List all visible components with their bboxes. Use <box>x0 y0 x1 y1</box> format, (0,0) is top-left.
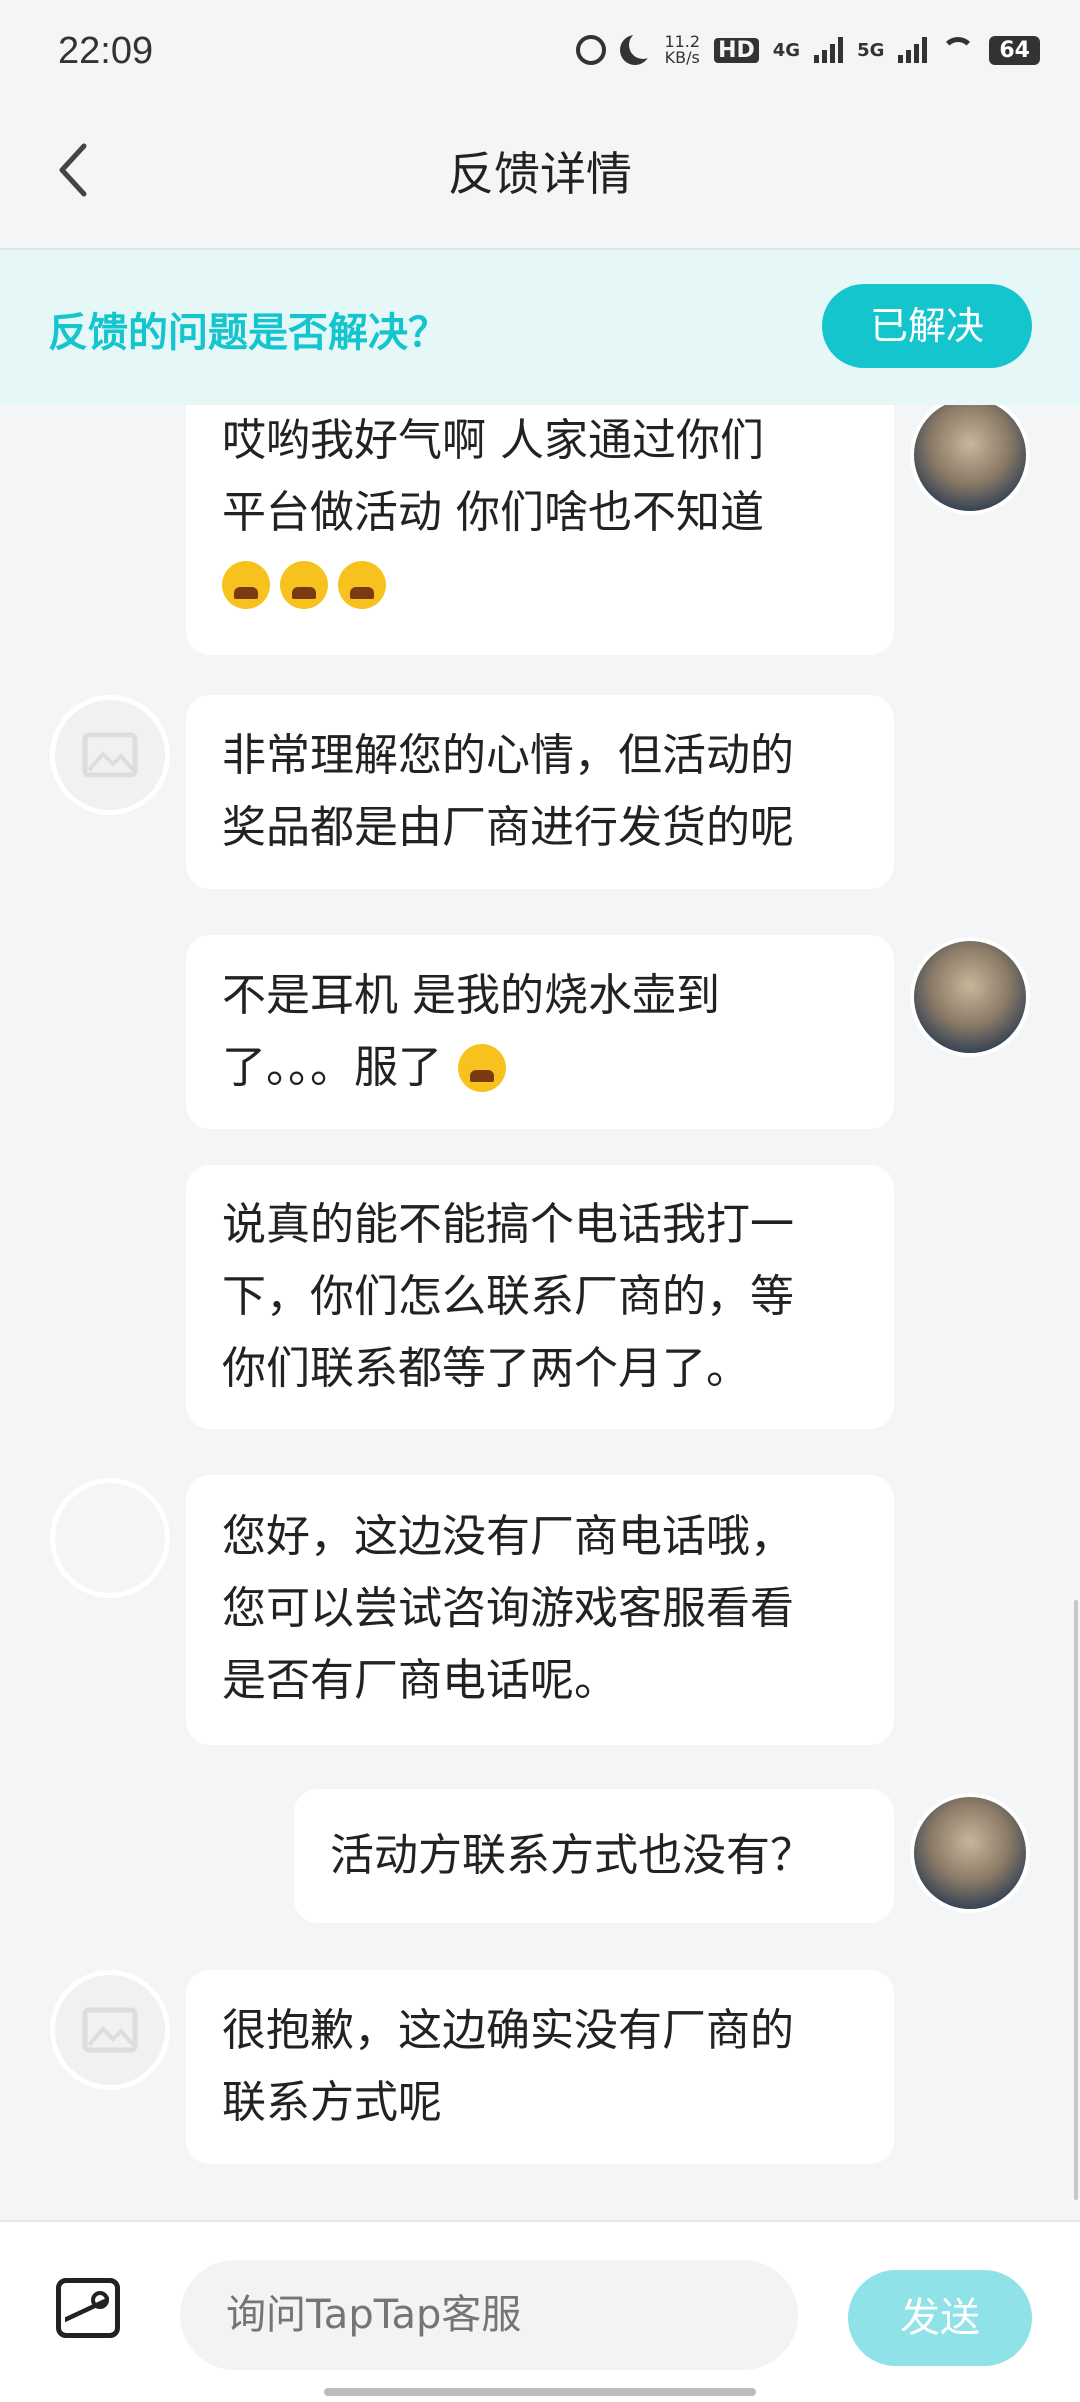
signal-5g-label: 5G <box>857 39 885 61</box>
message-line: 活动方联系方式也没有？ <box>330 1830 814 1881</box>
message-line: 您好，这边没有厂商电话哦， <box>222 1511 794 1562</box>
signal-4g-label: 4G <box>772 39 801 61</box>
tired-face-emoji-icon <box>222 561 270 609</box>
message-bubble: 不是耳机 是我的烧水壶到 了。。。服了 <box>186 935 894 1129</box>
send-button[interactable]: 发送 <box>848 2270 1032 2366</box>
resolve-banner: 反馈的问题是否解决？ 已解决 <box>0 250 1080 405</box>
message-line: 说真的能不能搞个电话我打一 <box>222 1199 794 1250</box>
message-line: 非常理解您的心情，但活动的 <box>222 730 794 781</box>
message-text: 了。。。服了 <box>222 1042 442 1093</box>
message-bubble: 非常理解您的心情，但活动的 奖品都是由厂商进行发货的呢 <box>186 695 894 889</box>
message-line: 你们联系都等了两个月了。 <box>222 1343 750 1394</box>
message-line: 不是耳机 是我的烧水壶到 <box>222 970 720 1021</box>
broken-image-icon <box>82 2007 138 2053</box>
message-line: 很抱歉，这边确实没有厂商的 <box>222 2005 794 2056</box>
message-line: 联系方式呢 <box>222 2077 442 2128</box>
resolved-button[interactable]: 已解决 <box>822 284 1032 368</box>
status-bar: 22:09 11.2 KB/s HD 4G 5G 64 <box>0 0 1080 100</box>
message-line: 是否有厂商电话呢。 <box>222 1655 618 1706</box>
speed-unit: KB/s <box>664 48 700 67</box>
signal-5g-icon <box>898 37 928 63</box>
message-bubble: 说真的能不能搞个电话我打一 下，你们怎么联系厂商的，等 你们联系都等了两个月了。 <box>186 1165 894 1429</box>
resolve-question: 反馈的问题是否解决？ <box>48 310 448 356</box>
chat-list[interactable]: 哎哟我好气啊 人家通过你们 平台做活动 你们啥也不知道 非常理解您的心情，但活动… <box>0 405 1080 2220</box>
hd-icon: HD <box>714 37 759 63</box>
home-indicator[interactable] <box>324 2388 756 2396</box>
user-avatar[interactable] <box>910 937 1030 1057</box>
status-icons: 11.2 KB/s HD 4G 5G 64 <box>576 31 1040 66</box>
header: 反馈详情 <box>0 100 1080 250</box>
message-input[interactable] <box>180 2260 798 2370</box>
message-line: 奖品都是由厂商进行发货的呢 <box>222 802 794 853</box>
page-title: 反馈详情 <box>448 147 632 201</box>
tired-face-emoji-icon <box>458 1044 506 1092</box>
network-speed: 11.2 KB/s <box>664 34 700 66</box>
status-time: 22:09 <box>58 30 154 72</box>
user-avatar[interactable] <box>910 405 1030 515</box>
message-line: 下，你们怎么联系厂商的，等 <box>222 1271 794 1322</box>
message-bubble: 您好，这边没有厂商电话哦， 您可以尝试咨询游戏客服看看 是否有厂商电话呢。 <box>186 1475 894 1745</box>
message-line: 平台做活动 你们啥也不知道 <box>222 487 764 538</box>
message-line: 了。。。服了 <box>222 1032 858 1104</box>
broken-image-icon <box>82 732 138 778</box>
scrollbar[interactable] <box>1074 1600 1078 2200</box>
alarm-icon <box>576 35 607 65</box>
message-bubble: 哎哟我好气啊 人家通过你们 平台做活动 你们啥也不知道 <box>186 405 894 655</box>
message-line: 哎哟我好气啊 人家通过你们 <box>222 415 764 466</box>
signal-4g-icon <box>814 37 844 63</box>
moon-icon <box>620 31 658 65</box>
message-line: 您可以尝试咨询游戏客服看看 <box>222 1583 794 1634</box>
staff-avatar[interactable] <box>50 695 170 815</box>
input-bar: 发送 <box>0 2220 1080 2402</box>
staff-avatar[interactable] <box>50 1478 170 1598</box>
emoji-row <box>222 549 858 621</box>
wifi-icon <box>941 37 976 63</box>
image-picker-icon[interactable] <box>56 2278 120 2338</box>
staff-avatar[interactable] <box>50 1970 170 2090</box>
battery-icon: 64 <box>989 35 1040 65</box>
message-bubble: 很抱歉，这边确实没有厂商的 联系方式呢 <box>186 1970 894 2164</box>
message-bubble: 活动方联系方式也没有？ <box>294 1789 894 1923</box>
tired-face-emoji-icon <box>280 561 328 609</box>
tired-face-emoji-icon <box>338 561 386 609</box>
user-avatar[interactable] <box>910 1793 1030 1913</box>
